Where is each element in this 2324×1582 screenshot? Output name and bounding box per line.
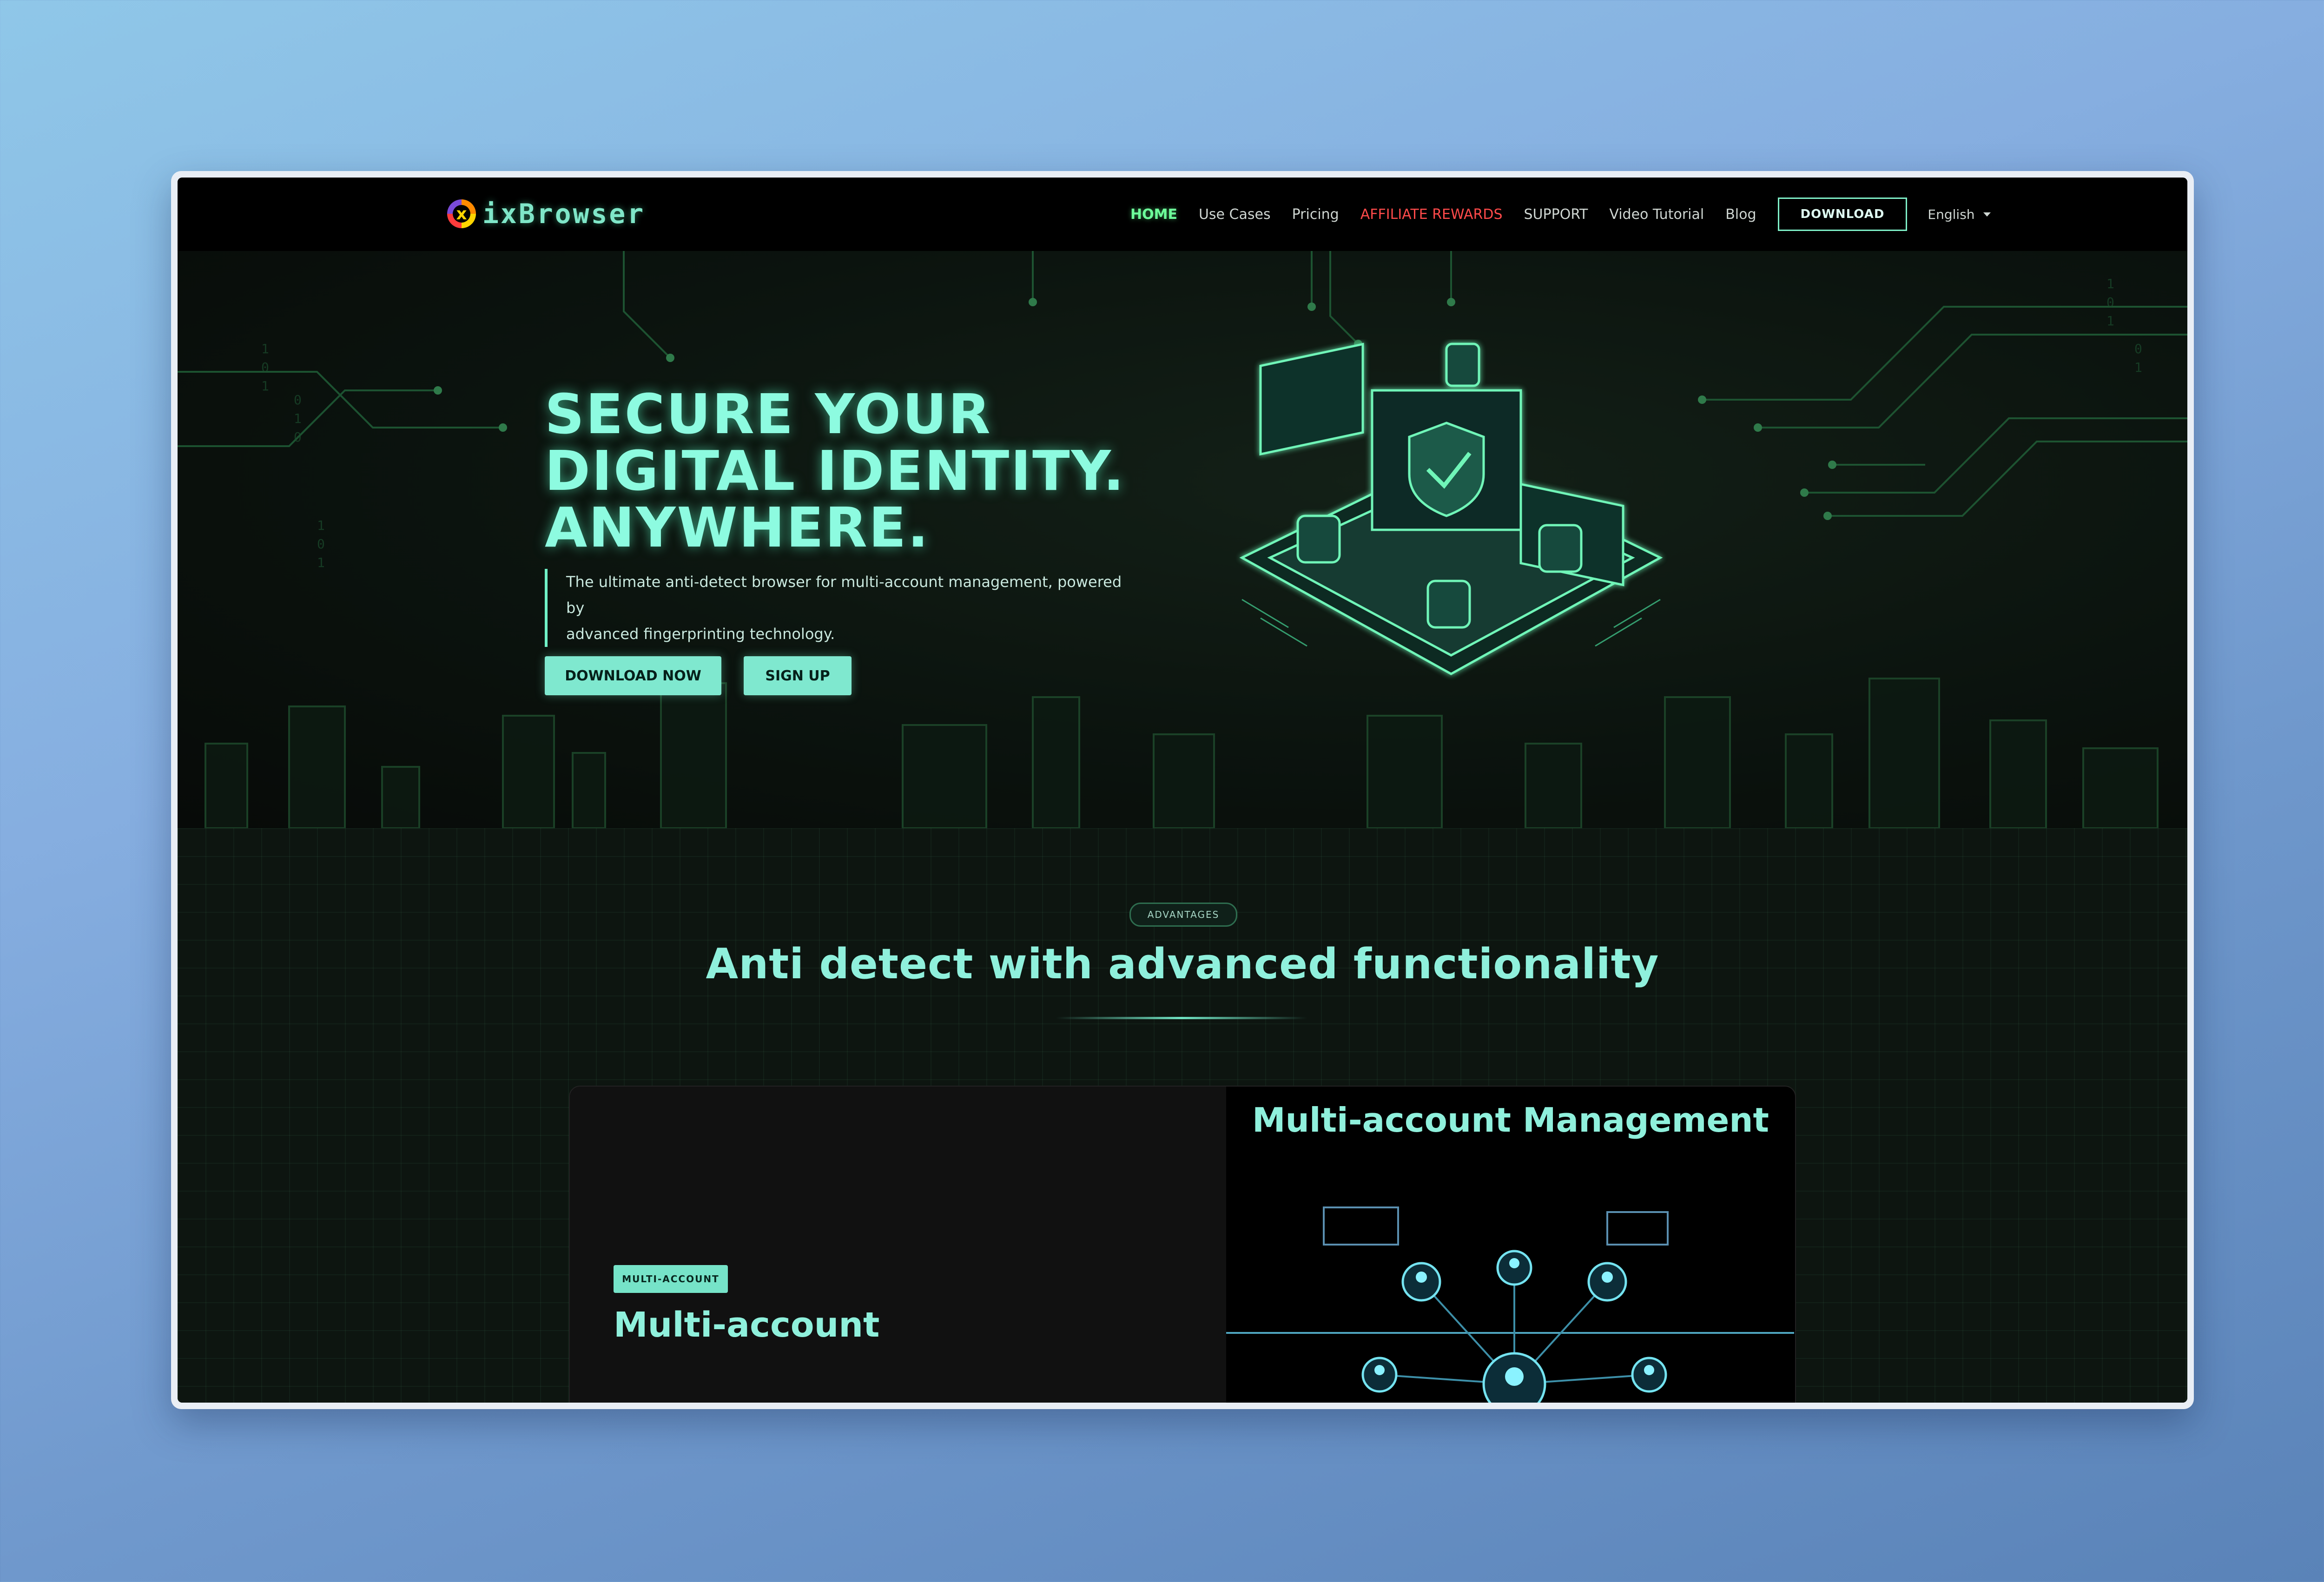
hero-title-line3: ANYWHERE.	[545, 495, 930, 560]
nav-download-button[interactable]: DOWNLOAD	[1777, 198, 1908, 231]
advantages-badge: ADVANTAGES	[1129, 903, 1237, 927]
hero-title-line2: DIGITAL IDENTITY.	[545, 439, 1126, 503]
svg-text:0: 0	[294, 392, 302, 408]
nav-affiliate-rewards[interactable]: AFFILIATE REWARDS	[1360, 206, 1503, 223]
nav-support[interactable]: SUPPORT	[1524, 206, 1588, 223]
svg-text:1: 1	[317, 518, 325, 533]
nav-home[interactable]: HOME	[1130, 206, 1177, 223]
svg-text:1: 1	[294, 411, 302, 426]
svg-text:1: 1	[261, 378, 269, 394]
logo[interactable]: x ixBrowser	[447, 198, 645, 230]
hero-subtitle-line2: advanced fingerprinting technology.	[566, 625, 835, 643]
main-menu: HOME Use Cases Pricing AFFILIATE REWARDS…	[1130, 178, 1991, 251]
sign-up-button[interactable]: SIGN UP	[744, 656, 852, 695]
multi-account-network-illustration	[1226, 1206, 1794, 1403]
page-viewport: x ixBrowser HOME Use Cases Pricing AFFIL…	[178, 178, 2187, 1403]
svg-text:1: 1	[2106, 313, 2114, 329]
svg-text:0: 0	[261, 360, 269, 375]
svg-text:1: 1	[261, 341, 269, 356]
feature-tag: MULTI-ACCOUNT	[614, 1265, 728, 1293]
hero-heading: SECURE YOUR DIGITAL IDENTITY. ANYWHERE.	[545, 386, 1149, 556]
security-platform-illustration	[1239, 343, 1663, 675]
language-label: English	[1928, 206, 1975, 222]
svg-text:0: 0	[2134, 341, 2142, 356]
svg-text:0: 0	[294, 429, 302, 445]
hero-title-line1: SECURE YOUR	[545, 382, 992, 446]
top-navbar: x ixBrowser HOME Use Cases Pricing AFFIL…	[178, 178, 2187, 251]
nav-blog[interactable]: Blog	[1725, 206, 1756, 223]
advantages-section: ADVANTAGES Anti detect with advanced fun…	[178, 828, 2187, 1403]
svg-text:1: 1	[2106, 276, 2114, 291]
hero-subtitle-line1: The ultimate anti-detect browser for mul…	[566, 573, 1122, 617]
feature-card-right: Multi-account Management	[1226, 1087, 1795, 1403]
feature-heading: Multi-account	[614, 1305, 880, 1345]
chevron-down-icon	[1983, 212, 1991, 217]
nav-pricing[interactable]: Pricing	[1292, 206, 1339, 223]
advantages-title: Anti detect with advanced functionality	[706, 940, 1659, 989]
svg-text:0: 0	[317, 536, 325, 552]
svg-text:0: 0	[2106, 295, 2114, 310]
nav-video-tutorial[interactable]: Video Tutorial	[1609, 206, 1704, 223]
section-divider	[1056, 1017, 1307, 1019]
brand-name: ixBrowser	[482, 198, 646, 230]
language-select[interactable]: English	[1928, 206, 1991, 222]
hero-section: 1 0 1 0 1 0 1 0 1 1 0 1 0 1 SECURE YOUR DIGITAL I…	[178, 251, 2187, 828]
svg-text:1: 1	[317, 555, 325, 570]
feature-image-title: Multi-account Management	[1252, 1101, 1769, 1140]
browser-window: x ixBrowser HOME Use Cases Pricing AFFIL…	[171, 171, 2194, 1409]
circuit-background: 1 0 1 0 1 0 1 0 1 1 0 1 0 1	[178, 251, 2187, 828]
feature-card-left: MULTI-ACCOUNT Multi-account	[570, 1087, 1226, 1403]
feature-card: MULTI-ACCOUNT Multi-account Multi-accoun…	[569, 1086, 1796, 1403]
svg-text:1: 1	[2134, 360, 2142, 375]
logo-icon: x	[447, 199, 476, 228]
hero-subtitle: The ultimate anti-detect browser for mul…	[545, 569, 1124, 647]
download-now-button[interactable]: DOWNLOAD NOW	[545, 656, 721, 695]
nav-use-cases[interactable]: Use Cases	[1199, 206, 1271, 223]
